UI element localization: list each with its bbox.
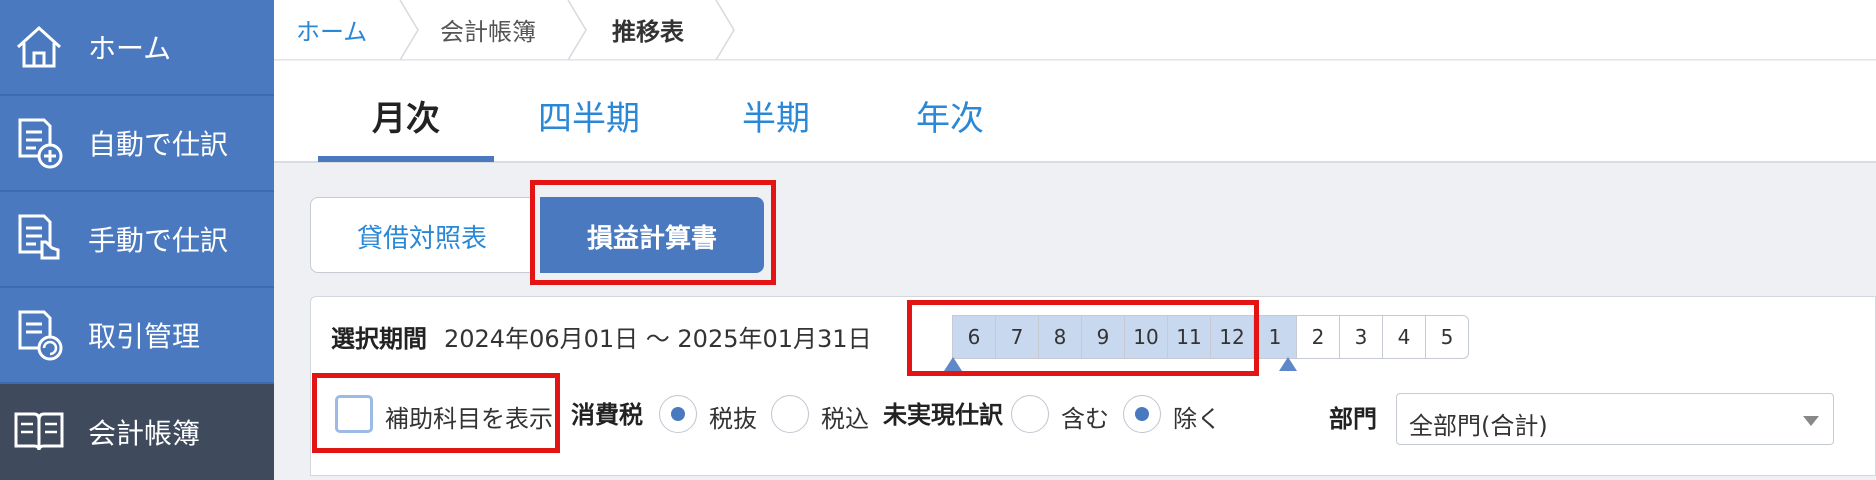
home-icon [16,25,62,68]
period-label: 選択期間 [331,325,427,353]
tab-half-year[interactable]: 半期 [742,91,810,140]
radio-selected-dot [1135,407,1149,421]
breadcrumb-separator-icon [399,0,419,60]
sidebar-item-label: ホーム [88,32,172,65]
document-add-icon [18,118,63,169]
breadcrumb-ledger-link[interactable]: 会計帳簿 [440,12,536,47]
sidebar-item-label: 会計帳簿 [88,417,201,450]
radio-selected-dot [671,407,685,421]
month-cell[interactable]: 5 [1425,315,1469,359]
unrealized-exclude-radio[interactable] [1123,395,1161,433]
department-value: 全部門(合計) [1409,412,1548,440]
month-cell[interactable]: 2 [1296,315,1340,359]
sidebar-item-label: 自動で仕訳 [88,128,229,161]
book-icon [14,412,64,451]
tax-exclusive-label: 税抜 [709,405,757,433]
unrealized-include-radio[interactable] [1011,395,1049,433]
breadcrumb-current: 推移表 [612,18,684,46]
department-select[interactable]: 全部門(合計) [1396,393,1834,445]
balance-sheet-label: 貸借対照表 [356,224,487,254]
unrealized-include-label: 含む [1061,405,1109,433]
breadcrumb-home-link[interactable]: ホーム [296,12,367,47]
balance-sheet-button[interactable]: 貸借対照表 [310,197,534,273]
breadcrumb: ホーム 会計帳簿 推移表 [274,0,1876,60]
tab-monthly[interactable]: 月次 [372,91,440,140]
unrealized-label: 未実現仕訳 [883,401,1003,429]
highlight-box-months [907,300,1259,376]
month-cell[interactable]: 3 [1339,315,1383,359]
range-end-handle[interactable] [1279,357,1297,371]
active-tab-underline [318,156,494,162]
tax-inclusive-label: 税込 [821,405,869,433]
document-hand-icon [18,214,60,260]
period-range: 2024年06月01日 〜 2025年01月31日 [444,325,872,353]
tax-inclusive-radio[interactable] [771,395,809,433]
tab-quarterly[interactable]: 四半期 [538,91,640,140]
tax-exclusive-radio[interactable] [659,395,697,433]
chevron-down-icon [1803,416,1819,426]
unrealized-exclude-label: 除く [1173,405,1221,433]
month-cell[interactable]: 1 [1253,315,1297,359]
document-sync-icon [18,310,63,361]
breadcrumb-separator-icon [567,0,587,60]
sidebar: ホーム 自動で仕訳 手動で仕訳 取引管理 会計帳簿 [0,0,274,480]
tax-label: 消費税 [571,401,643,429]
month-cell[interactable]: 4 [1382,315,1426,359]
sidebar-item-auto-journal[interactable]: 自動で仕訳 [0,96,274,192]
sidebar-item-manual-journal[interactable]: 手動で仕訳 [0,192,274,288]
sidebar-item-transactions[interactable]: 取引管理 [0,288,274,384]
breadcrumb-separator-icon [715,0,735,60]
tab-yearly[interactable]: 年次 [916,91,984,140]
sidebar-item-label: 取引管理 [88,320,201,353]
sidebar-item-home[interactable]: ホーム [0,0,274,96]
highlight-box-sub-account [312,373,560,453]
sidebar-item-label: 手動で仕訳 [88,224,229,257]
period-tabs: 月次 四半期 半期 年次 [274,61,1876,163]
department-label: 部門 [1329,405,1377,433]
main-content: ホーム 会計帳簿 推移表 月次 四半期 半期 年次 貸借対照表 損益計算書 選択… [274,0,1876,476]
sidebar-item-ledger[interactable]: 会計帳簿 [0,384,274,480]
highlight-box-report [530,180,776,285]
